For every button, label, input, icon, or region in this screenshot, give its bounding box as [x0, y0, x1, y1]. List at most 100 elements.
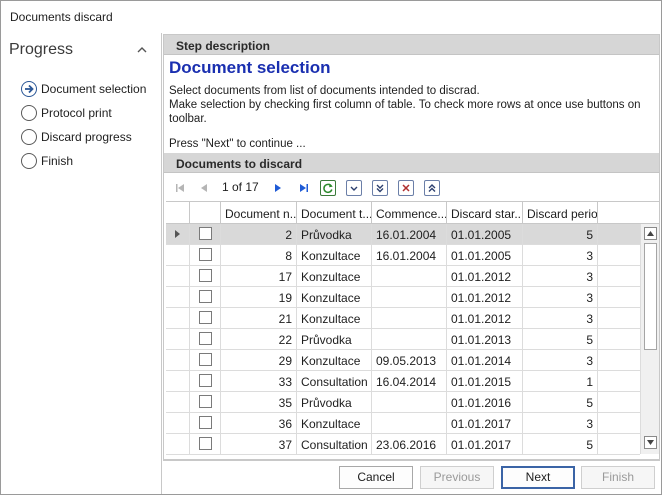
column-header-discard-start[interactable]: Discard star... — [447, 202, 523, 224]
cell-discard-period: 5 — [523, 434, 598, 455]
refresh-icon[interactable] — [320, 180, 336, 196]
panel-splitter[interactable] — [161, 33, 162, 494]
cell-document-number: 17 — [221, 266, 297, 287]
cell-document-type: Průvodka — [297, 329, 372, 350]
step-label: Discard progress — [41, 130, 132, 144]
cell-commenced — [372, 392, 447, 413]
row-checkbox[interactable] — [199, 416, 212, 429]
cell-document-type: Consultation — [297, 434, 372, 455]
window-title: Documents discard — [10, 10, 113, 24]
row-indicator-header — [166, 202, 190, 224]
scrollbar-thumb[interactable] — [644, 243, 657, 350]
step-description-text: Select documents from list of documents … — [169, 84, 654, 126]
row-checkbox[interactable] — [199, 311, 212, 324]
cell-document-type: Konzultace — [297, 350, 372, 371]
step-discard-progress: Discard progress — [21, 125, 146, 149]
step-list: Document selection Protocol print Discar… — [21, 77, 146, 173]
cell-select — [190, 245, 221, 266]
next-button[interactable]: Next — [501, 466, 575, 489]
column-header-document-number[interactable]: Document n... — [221, 202, 297, 224]
table-row[interactable]: 36 Konzultace 01.01.2017 3 — [166, 413, 640, 434]
titlebar: Documents discard — [1, 1, 661, 33]
step-radio-icon — [21, 153, 37, 169]
cell-discard-start: 01.01.2012 — [447, 287, 523, 308]
table-row[interactable]: 29 Konzultace 09.05.2013 01.01.2014 3 — [166, 350, 640, 371]
documents-grid: Document n... Document t... Commence... … — [166, 201, 659, 455]
first-page-icon[interactable] — [172, 180, 188, 196]
current-row-arrow-icon — [175, 230, 180, 238]
table-row[interactable]: 33 Consultation 16.04.2014 01.01.2015 1 — [166, 371, 640, 392]
column-header-commenced[interactable]: Commence... — [372, 202, 447, 224]
cell-commenced: 16.04.2014 — [372, 371, 447, 392]
table-row[interactable]: 35 Průvodka 01.01.2016 5 — [166, 392, 640, 413]
row-checkbox[interactable] — [199, 374, 212, 387]
cell-commenced — [372, 413, 447, 434]
row-checkbox[interactable] — [199, 353, 212, 366]
progress-panel: Progress Document selection Protocol pri… — [1, 33, 161, 494]
step-protocol-print: Protocol print — [21, 101, 146, 125]
cell-commenced: 16.01.2004 — [372, 224, 447, 245]
cell-discard-start: 01.01.2012 — [447, 266, 523, 287]
last-page-icon[interactable] — [296, 180, 312, 196]
select-column-header[interactable] — [190, 202, 221, 224]
vertical-scrollbar[interactable] — [640, 224, 659, 454]
cell-document-number: 37 — [221, 434, 297, 455]
cell-discard-start: 01.01.2005 — [447, 245, 523, 266]
cell-discard-period: 5 — [523, 329, 598, 350]
table-row[interactable]: 22 Průvodka 01.01.2013 5 — [166, 329, 640, 350]
scroll-down-icon[interactable] — [644, 436, 657, 449]
cell-discard-start: 01.01.2017 — [447, 413, 523, 434]
cell-discard-period: 5 — [523, 392, 598, 413]
check-down-icon[interactable] — [346, 180, 362, 196]
table-row[interactable]: 19 Konzultace 01.01.2012 3 — [166, 287, 640, 308]
cell-discard-start: 01.01.2014 — [447, 350, 523, 371]
previous-button[interactable]: Previous — [420, 466, 494, 489]
row-checkbox[interactable] — [199, 290, 212, 303]
table-row[interactable]: 2 Průvodka 16.01.2004 01.01.2005 5 — [166, 224, 640, 245]
column-header-document-type[interactable]: Document t... — [297, 202, 372, 224]
scroll-up-icon[interactable] — [644, 227, 657, 240]
cell-discard-period: 3 — [523, 350, 598, 371]
next-page-icon[interactable] — [270, 180, 286, 196]
table-row[interactable]: 21 Konzultace 01.01.2012 3 — [166, 308, 640, 329]
step-finish: Finish — [21, 149, 146, 173]
check-all-down-icon[interactable] — [372, 180, 388, 196]
cell-document-number: 36 — [221, 413, 297, 434]
dialog-window: Documents discard Progress Document sele… — [0, 0, 662, 495]
column-header-discard-period[interactable]: Discard period — [523, 202, 598, 224]
cell-discard-period: 3 — [523, 308, 598, 329]
cell-document-number: 2 — [221, 224, 297, 245]
cancel-button[interactable]: Cancel — [339, 466, 413, 489]
previous-page-icon[interactable] — [196, 180, 212, 196]
table-row[interactable]: 8 Konzultace 16.01.2004 01.01.2005 3 — [166, 245, 640, 266]
cell-discard-period: 3 — [523, 266, 598, 287]
finish-button[interactable]: Finish — [581, 466, 655, 489]
row-indicator — [166, 287, 190, 308]
row-checkbox[interactable] — [199, 395, 212, 408]
cell-discard-period: 3 — [523, 245, 598, 266]
step-label: Document selection — [41, 82, 147, 96]
cell-select — [190, 350, 221, 371]
check-all-up-icon[interactable] — [424, 180, 440, 196]
cell-document-number: 33 — [221, 371, 297, 392]
uncheck-icon[interactable] — [398, 180, 414, 196]
row-checkbox[interactable] — [199, 332, 212, 345]
cell-select — [190, 329, 221, 350]
cell-commenced: 23.06.2016 — [372, 434, 447, 455]
cell-commenced — [372, 329, 447, 350]
row-checkbox[interactable] — [199, 248, 212, 261]
table-row[interactable]: 37 Consultation 23.06.2016 01.01.2017 5 — [166, 434, 640, 455]
cell-document-number: 22 — [221, 329, 297, 350]
cell-commenced — [372, 308, 447, 329]
row-checkbox[interactable] — [199, 437, 212, 450]
continue-hint: Press "Next" to continue ... — [169, 138, 306, 150]
row-indicator — [166, 329, 190, 350]
table-row[interactable]: 17 Konzultace 01.01.2012 3 — [166, 266, 640, 287]
row-checkbox[interactable] — [199, 269, 212, 282]
chevron-up-icon[interactable] — [136, 44, 148, 56]
step-label: Finish — [41, 154, 74, 168]
cell-select — [190, 434, 221, 455]
cell-document-type: Průvodka — [297, 224, 372, 245]
description-line-1: Select documents from list of documents … — [169, 85, 480, 97]
row-checkbox[interactable] — [199, 227, 212, 240]
